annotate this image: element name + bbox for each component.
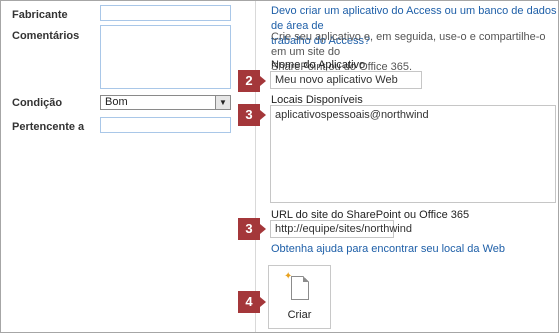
comentarios-label: Comentários [12,30,80,42]
access-create-app-panel: Fabricante Comentários Condição Bom ▼ Pe… [0,0,559,333]
callout-3-url-pointer [260,224,266,234]
locations-list[interactable]: aplicativospessoais@northwind [270,105,556,203]
callout-3-url: 3 [238,218,260,240]
pertencente-field[interactable] [100,117,231,133]
callout-2: 2 [238,70,260,92]
chevron-down-icon[interactable]: ▼ [215,96,230,109]
locations-list-item[interactable]: aplicativospessoais@northwind [275,109,555,121]
app-name-input[interactable]: Meu novo aplicativo Web [270,71,422,89]
intro-text-line1: Crie seu aplicativo e, em seguida, use-o… [271,31,546,58]
condicao-select-value: Bom [105,96,128,108]
sparkle-icon: ✦ [284,271,293,282]
callout-2-pointer [260,76,266,86]
site-url-input[interactable]: http://equipe/sites/northwind [270,220,412,238]
callout-3-locations: 3 [238,104,260,126]
condicao-label: Condição [12,97,63,109]
app-name-label: Nome do Aplicativo [271,59,366,71]
pertencente-label: Pertencente a [12,121,85,133]
comentarios-field[interactable] [100,25,231,89]
fabricante-field[interactable] [100,5,231,21]
help-link[interactable]: Obtenha ajuda para encontrar seu local d… [271,242,505,257]
page-fold [303,276,309,282]
condicao-select[interactable]: Bom ▼ [100,95,231,110]
callout-4-pointer [260,297,266,307]
callout-3-locations-pointer [260,110,266,120]
create-button-label: Criar [287,309,312,321]
create-button[interactable]: ✦ Criar [268,265,331,329]
panel-divider [255,1,256,332]
fabricante-label: Fabricante [12,9,68,21]
site-url-value: http://equipe/sites/northwind [275,223,412,235]
new-document-icon [291,276,309,300]
app-name-value: Meu novo aplicativo Web [275,74,398,86]
callout-4: 4 [238,291,260,313]
